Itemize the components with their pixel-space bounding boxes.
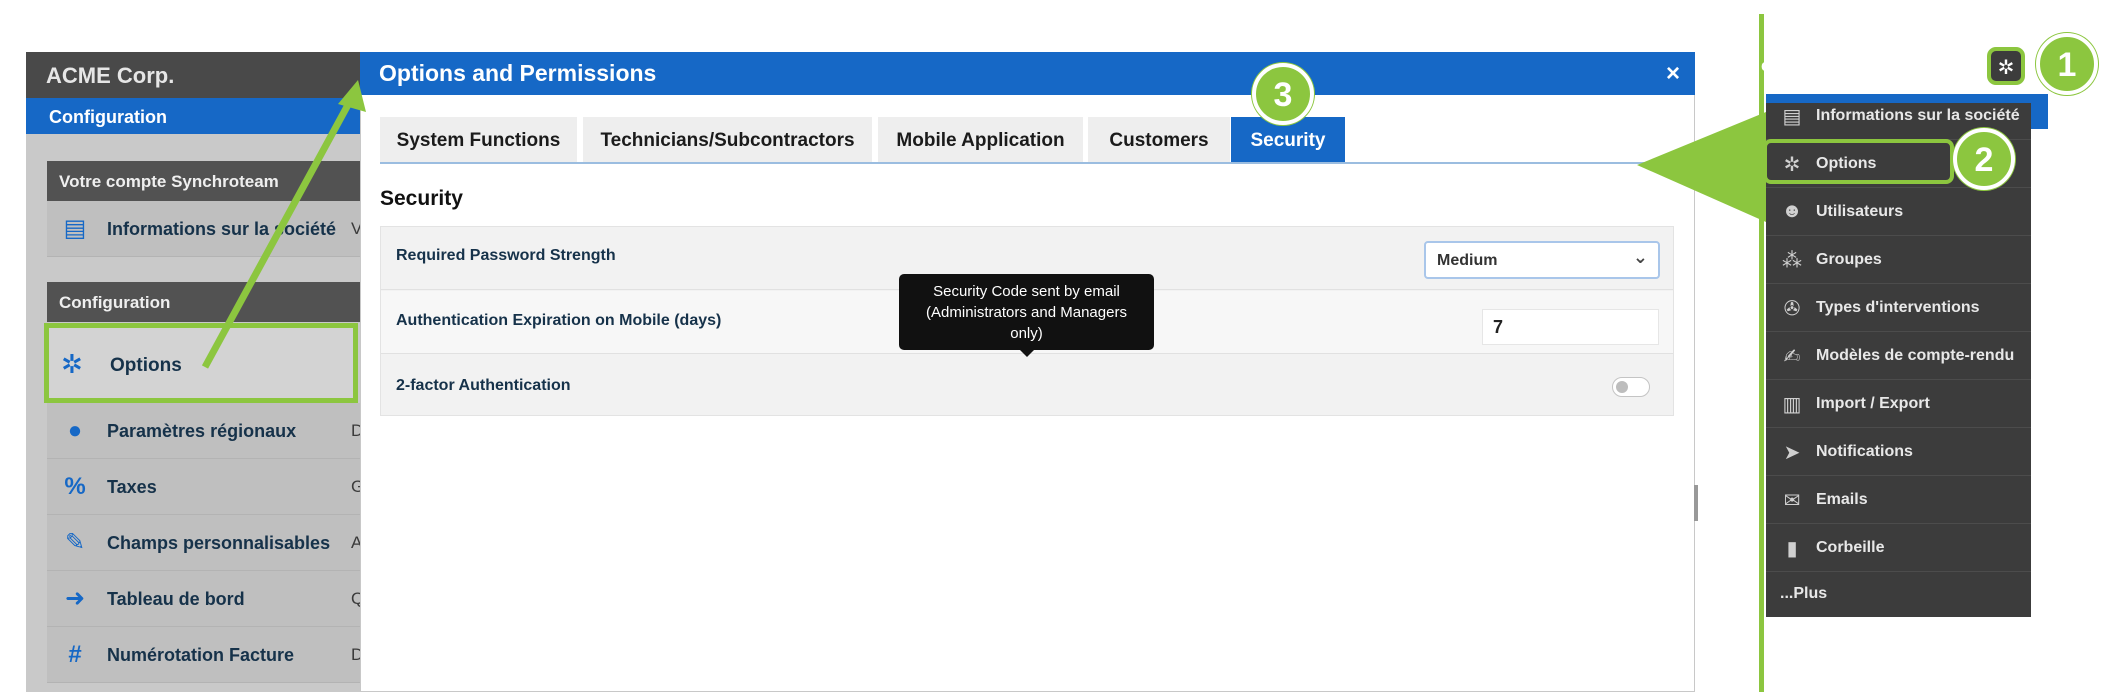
- file-signature-icon: ✍: [1783, 346, 1801, 368]
- step-badge-3: 3: [1252, 63, 1314, 125]
- user-edit-icon: ☻: [1781, 200, 1803, 222]
- menu-item-groups[interactable]: ⁂ Groupes: [1766, 236, 2031, 284]
- envelope-open-icon: ✉: [1783, 490, 1801, 512]
- annotation-arrow-head: [338, 80, 366, 112]
- menu-item-intervention-types[interactable]: ✇ Types d'interventions: [1766, 284, 2031, 332]
- menu-item-label: Groupes: [1816, 251, 1882, 268]
- menu-item-users[interactable]: ☻ Utilisateurs: [1766, 188, 2031, 236]
- menu-item-report-templates[interactable]: ✍ Modèles de compte-rendu: [1766, 332, 2031, 380]
- step-badge-1: 1: [2036, 33, 2098, 95]
- menu-item-label: Corbeille: [1816, 539, 1885, 556]
- menu-item-label: Informations sur la société: [1816, 107, 2020, 124]
- wrench-icon: ✇: [1783, 298, 1801, 320]
- gear-icon[interactable]: ✲: [1987, 47, 2025, 85]
- menu-item-label: Notifications: [1816, 443, 1913, 460]
- menu-item-label: Import / Export: [1816, 395, 1930, 412]
- menu-options-highlight: [1763, 139, 1954, 184]
- menu-item-emails[interactable]: ✉ Emails: [1766, 476, 2031, 524]
- file-csv-icon: ▥: [1782, 394, 1802, 416]
- menu-item-trash[interactable]: ▮ Corbeille: [1766, 524, 2031, 572]
- menu-item-import-export[interactable]: ▥ Import / Export: [1766, 380, 2031, 428]
- callout-wedge: [1637, 112, 1766, 222]
- menu-more-link[interactable]: ...Plus: [1780, 585, 1827, 603]
- menu-item-notifications[interactable]: ➤ Notifications: [1766, 428, 2031, 476]
- id-card-icon: ▤: [1782, 106, 1802, 128]
- menu-item-label: Types d'interventions: [1816, 299, 1980, 316]
- paper-plane-icon: ➤: [1783, 442, 1801, 464]
- users-icon: ⁂: [1782, 250, 1802, 272]
- back-to-workspace-link[interactable]: etour à l'espace de travail: [1761, 56, 1968, 76]
- annotation-vertical-line: [1759, 14, 1764, 692]
- annotation-arrow-line: [201, 90, 359, 369]
- menu-item-label: Utilisateurs: [1816, 203, 1904, 220]
- menu-item-label: Modèles de compte-rendu: [1816, 347, 2015, 364]
- step-badge-2: 2: [1953, 128, 2015, 190]
- menu-item-label: Emails: [1816, 491, 1868, 508]
- trash-icon: ▮: [1786, 538, 1798, 560]
